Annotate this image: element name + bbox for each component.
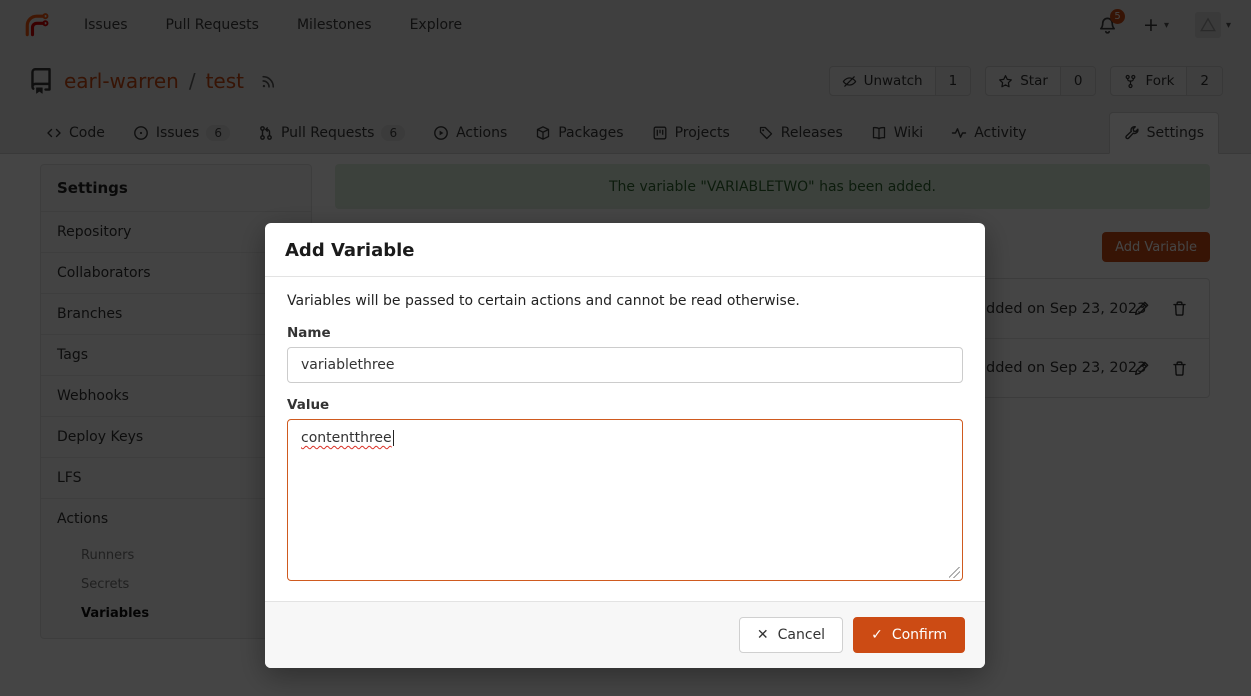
name-field-label: Name: [287, 325, 963, 341]
x-icon: ✕: [757, 627, 769, 643]
modal-body: Variables will be passed to certain acti…: [265, 277, 985, 601]
value-text: contentthree: [301, 430, 392, 446]
confirm-button[interactable]: ✓ Confirm: [853, 617, 965, 653]
variable-name-input[interactable]: [287, 347, 963, 383]
variable-value-textarea[interactable]: contentthree: [287, 419, 963, 581]
value-field-label: Value: [287, 397, 963, 413]
textarea-resize-handle[interactable]: [949, 567, 960, 578]
confirm-label: Confirm: [892, 627, 947, 643]
add-variable-modal: Add Variable Variables will be passed to…: [265, 223, 985, 668]
modal-footer: ✕ Cancel ✓ Confirm: [265, 601, 985, 668]
modal-title: Add Variable: [285, 240, 415, 261]
modal-description: Variables will be passed to certain acti…: [287, 293, 963, 309]
check-icon: ✓: [871, 627, 883, 643]
text-cursor: [393, 430, 394, 446]
cancel-label: Cancel: [778, 627, 825, 643]
cancel-button[interactable]: ✕ Cancel: [739, 617, 843, 653]
modal-header: Add Variable: [265, 223, 985, 277]
